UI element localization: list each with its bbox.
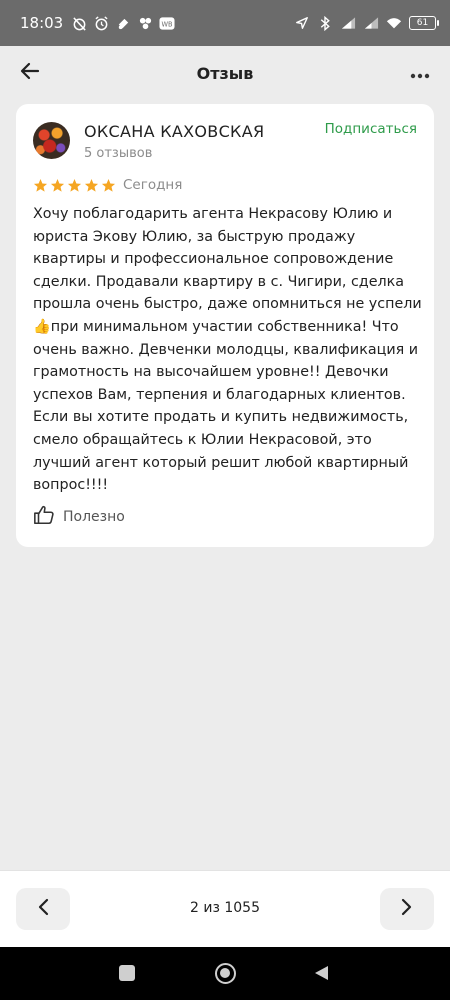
review-card: ОКСАНА КАХОВСКАЯ 5 отзывов Подписаться С… (16, 104, 434, 547)
helpful-button[interactable]: Полезно (33, 504, 125, 530)
chevron-right-icon (401, 898, 413, 920)
page-title: Отзыв (196, 63, 254, 83)
helpful-label: Полезно (63, 509, 125, 525)
review-pager: 2 из 1055 (0, 870, 450, 947)
app-notification-icon (115, 15, 131, 31)
author-name[interactable]: ОКСАНА КАХОВСКАЯ (84, 122, 264, 141)
back-button[interactable] (16, 59, 44, 87)
status-time: 18:03 (20, 14, 64, 32)
subscribe-button[interactable]: Подписаться (325, 121, 417, 137)
star-icon (84, 178, 99, 192)
wb-icon: WB (159, 15, 175, 31)
star-icon (50, 178, 65, 192)
review-text: Хочу поблагодарить агента Некрасову Юлию… (33, 206, 422, 494)
more-horizontal-icon (410, 64, 430, 83)
app-notification-icon (137, 15, 153, 31)
alarm-icon (93, 15, 109, 31)
status-right-icons: 61 (294, 15, 439, 31)
triangle-back-icon (315, 966, 328, 980)
rating-stars (33, 178, 116, 193)
signal-icon (340, 15, 356, 31)
author-reviews-count: 5 отзывов (84, 146, 153, 161)
thumbs-up-icon (33, 504, 55, 530)
star-icon (33, 178, 48, 192)
system-navigation-bar (0, 947, 450, 1000)
alarm-off-icon (71, 15, 87, 31)
avatar[interactable] (33, 122, 70, 159)
review-date: Сегодня (123, 177, 183, 193)
system-back-button[interactable] (312, 964, 330, 982)
location-icon (294, 15, 310, 31)
more-options-button[interactable] (406, 59, 434, 87)
status-left-icons: WB (71, 15, 175, 31)
arrow-left-icon (20, 62, 40, 84)
svg-text:WB: WB (162, 20, 174, 28)
home-button[interactable] (215, 963, 236, 984)
next-review-button[interactable] (380, 888, 434, 930)
signal-icon (363, 15, 379, 31)
battery-level: 61 (416, 18, 429, 28)
recents-button[interactable] (119, 965, 135, 981)
star-icon (67, 178, 82, 192)
bluetooth-icon (317, 15, 333, 31)
top-app-bar: Отзыв (0, 46, 450, 100)
star-icon (101, 178, 116, 192)
wifi-icon (386, 15, 402, 31)
battery-icon: 61 (409, 16, 439, 30)
status-bar: 18:03 WB 61 (0, 0, 450, 46)
